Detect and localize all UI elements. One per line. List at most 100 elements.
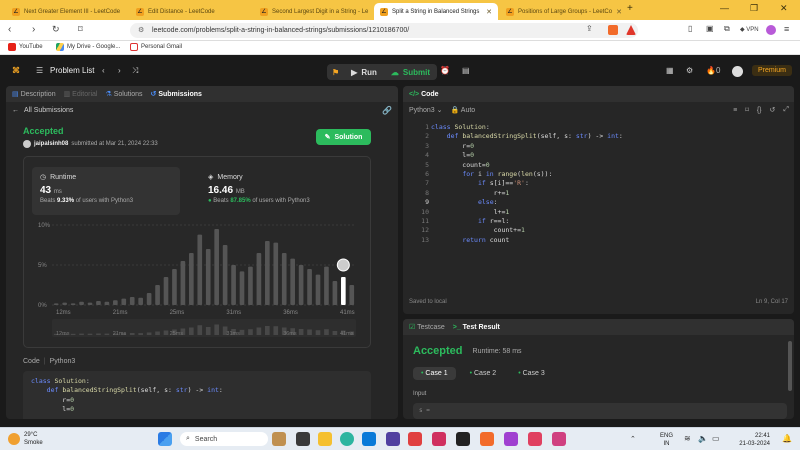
site-info-icon[interactable]: ⚙ <box>138 26 144 34</box>
submit-button[interactable]: ☁ Submit <box>384 64 437 80</box>
edge-icon[interactable] <box>340 432 354 446</box>
chart-bar <box>290 258 295 305</box>
next-problem-icon[interactable]: › <box>118 66 121 75</box>
input-value[interactable]: s = <box>413 403 787 419</box>
format-icon[interactable]: ≡ <box>733 107 737 114</box>
problem-list-link[interactable]: Problem List <box>50 66 94 75</box>
tab-code[interactable]: </> Code <box>409 91 439 98</box>
code-area[interactable]: class Solution: def balancedStringSplit(… <box>431 123 781 245</box>
profile-avatar[interactable] <box>766 25 776 35</box>
app-icon-2[interactable] <box>552 432 566 446</box>
premium-button[interactable]: Premium <box>752 65 793 76</box>
intellij-icon[interactable] <box>432 432 446 446</box>
bookmark-label: YouTube <box>19 44 43 50</box>
settings-gear-icon[interactable]: ⚙ <box>686 66 693 75</box>
minimize-icon[interactable]: — <box>720 3 729 13</box>
code-preview-block[interactable]: class Solution: def balancedStringSplit(… <box>23 371 371 419</box>
windows-start-icon[interactable] <box>158 432 172 446</box>
tab-testcase[interactable]: ☑ Testcase <box>409 323 445 331</box>
close-icon[interactable]: ✕ <box>486 8 492 16</box>
vscode-icon[interactable] <box>386 432 400 446</box>
case-tab-1[interactable]: • Case 1 <box>413 367 456 380</box>
layout-icon[interactable]: ▦ <box>666 66 674 75</box>
extensions-icon[interactable]: ⧉ <box>724 24 730 34</box>
notification-bell-icon[interactable]: 🔔 <box>782 434 792 443</box>
vpn-button[interactable]: ◆ VPN <box>740 26 759 33</box>
close-icon[interactable]: ✕ <box>616 8 622 16</box>
leetcode-logo-icon[interactable]: ⌘ <box>12 66 20 75</box>
auto-mode[interactable]: 🔒 Auto <box>451 106 476 114</box>
terminal-icon[interactable] <box>456 432 470 446</box>
case-tab-3[interactable]: • Case 3 <box>510 367 553 380</box>
memory-stat[interactable]: ◈ Memory 16.46 MB ● Beats 87.85% of user… <box>200 167 348 215</box>
link-icon[interactable]: 🔗 <box>382 106 392 115</box>
bookmark-drive[interactable]: My Drive - Google... <box>56 43 120 51</box>
runtime-stat[interactable]: ◷ Runtime 43 ms Beats 9.33% of users wit… <box>32 167 180 215</box>
browser-tab[interactable]: ∠ Next Greater Element III - LeetCode <box>6 3 128 20</box>
tab-test-result[interactable]: >_ Test Result <box>453 324 500 331</box>
reload-icon[interactable]: ↻ <box>52 24 60 35</box>
share-icon[interactable]: ⇪ <box>586 24 593 33</box>
minimap-bar <box>315 330 321 335</box>
volume-icon[interactable]: 🔈 <box>698 434 708 443</box>
battery-icon[interactable]: ▭ <box>712 434 720 443</box>
brave-icon[interactable] <box>480 432 494 446</box>
runtime-distribution-chart[interactable]: 10% 5% 0% 12ms 21ms 25ms 31ms 36ms 41ms 12ms 21ms 2… <box>24 217 370 347</box>
brave-beta-icon[interactable] <box>528 432 542 446</box>
prev-problem-icon[interactable]: ‹ <box>102 66 105 75</box>
window-close-icon[interactable]: ✕ <box>780 3 788 14</box>
brave-nightly-icon[interactable] <box>504 432 518 446</box>
solution-button[interactable]: ✎ Solution <box>316 129 371 145</box>
problem-list-icon[interactable]: ☰ <box>36 66 43 75</box>
wifi-icon[interactable]: ≋ <box>684 434 691 443</box>
notes-icon[interactable]: ▤ <box>462 66 470 75</box>
browser-tab[interactable]: ∠ Second Largest Digit in a String - Le <box>254 3 372 20</box>
back-arrow-icon[interactable]: ‹ <box>8 24 11 35</box>
taskbar-search[interactable]: ⌕ Search <box>180 432 268 446</box>
streak-counter[interactable]: 🔥0 <box>706 66 720 75</box>
wallet-icon[interactable]: ▣ <box>706 24 714 33</box>
address-bar[interactable]: ⚙ leetcode.com/problems/split-a-string-i… <box>130 23 638 38</box>
menu-icon[interactable]: ≡ <box>784 24 789 34</box>
sidebar-icon[interactable]: ▯ <box>688 24 692 33</box>
browser-tab[interactable]: ∠ Edit Distance - LeetCode <box>130 3 252 20</box>
browser-tab-active[interactable]: ∠ Split a String in Balanced Strings ✕ <box>374 3 498 20</box>
run-button[interactable]: ▶ Run <box>344 64 384 80</box>
username[interactable]: jaipalsinh08 <box>34 141 68 147</box>
bookmark-gmail[interactable]: Personal Gmail <box>130 43 182 51</box>
shuffle-icon[interactable]: ⤨ <box>132 66 138 76</box>
file-explorer-icon[interactable] <box>318 432 332 446</box>
weather-widget[interactable]: 29°C Smoke <box>8 431 43 447</box>
bookmark-icon[interactable]: ⌑ <box>745 106 749 114</box>
task-view-icon[interactable] <box>296 432 310 446</box>
user-avatar[interactable] <box>732 66 743 77</box>
store-icon[interactable] <box>362 432 376 446</box>
language-indicator[interactable]: ENG IN <box>660 432 673 448</box>
language-select[interactable]: Python3 ⌄ <box>409 106 443 114</box>
tab-description[interactable]: ▤ Description <box>12 90 56 98</box>
timer-icon[interactable]: ⏰ <box>440 66 450 75</box>
braces-icon[interactable]: {} <box>757 107 762 114</box>
fullscreen-icon[interactable]: ⤢ <box>783 106 789 114</box>
widget-icon[interactable] <box>272 432 286 446</box>
maximize-icon[interactable]: ❐ <box>750 3 758 14</box>
browser-tab[interactable]: ∠ Positions of Large Groups - LeetCo ✕ <box>500 3 624 20</box>
bookmark-icon[interactable]: ⌑ <box>78 24 83 35</box>
all-submissions-link[interactable]: ← All Submissions <box>12 107 73 114</box>
forward-arrow-icon[interactable]: › <box>32 24 35 35</box>
scrollbar[interactable] <box>788 341 792 391</box>
case-tabs: • Case 1 • Case 2 • Case 3 <box>413 367 553 380</box>
reset-icon[interactable]: ↺ <box>770 106 776 114</box>
new-tab-plus-icon[interactable]: + <box>627 3 633 14</box>
line-number: 6 <box>425 169 429 178</box>
debug-icon[interactable]: ⚑ <box>327 64 344 80</box>
clock[interactable]: 22:41 21-03-2024 <box>730 432 770 448</box>
app-icon[interactable] <box>408 432 422 446</box>
tab-editorial[interactable]: ▥ Editorial <box>64 90 98 98</box>
brave-shield-icon[interactable] <box>608 25 618 35</box>
bookmark-youtube[interactable]: YouTube <box>8 43 43 51</box>
case-tab-2[interactable]: • Case 2 <box>462 367 505 380</box>
tray-expand-icon[interactable]: ⌃ <box>630 435 636 443</box>
tab-solutions[interactable]: ⚗ Solutions <box>105 90 142 98</box>
tab-submissions[interactable]: ↺ Submissions <box>151 90 202 98</box>
